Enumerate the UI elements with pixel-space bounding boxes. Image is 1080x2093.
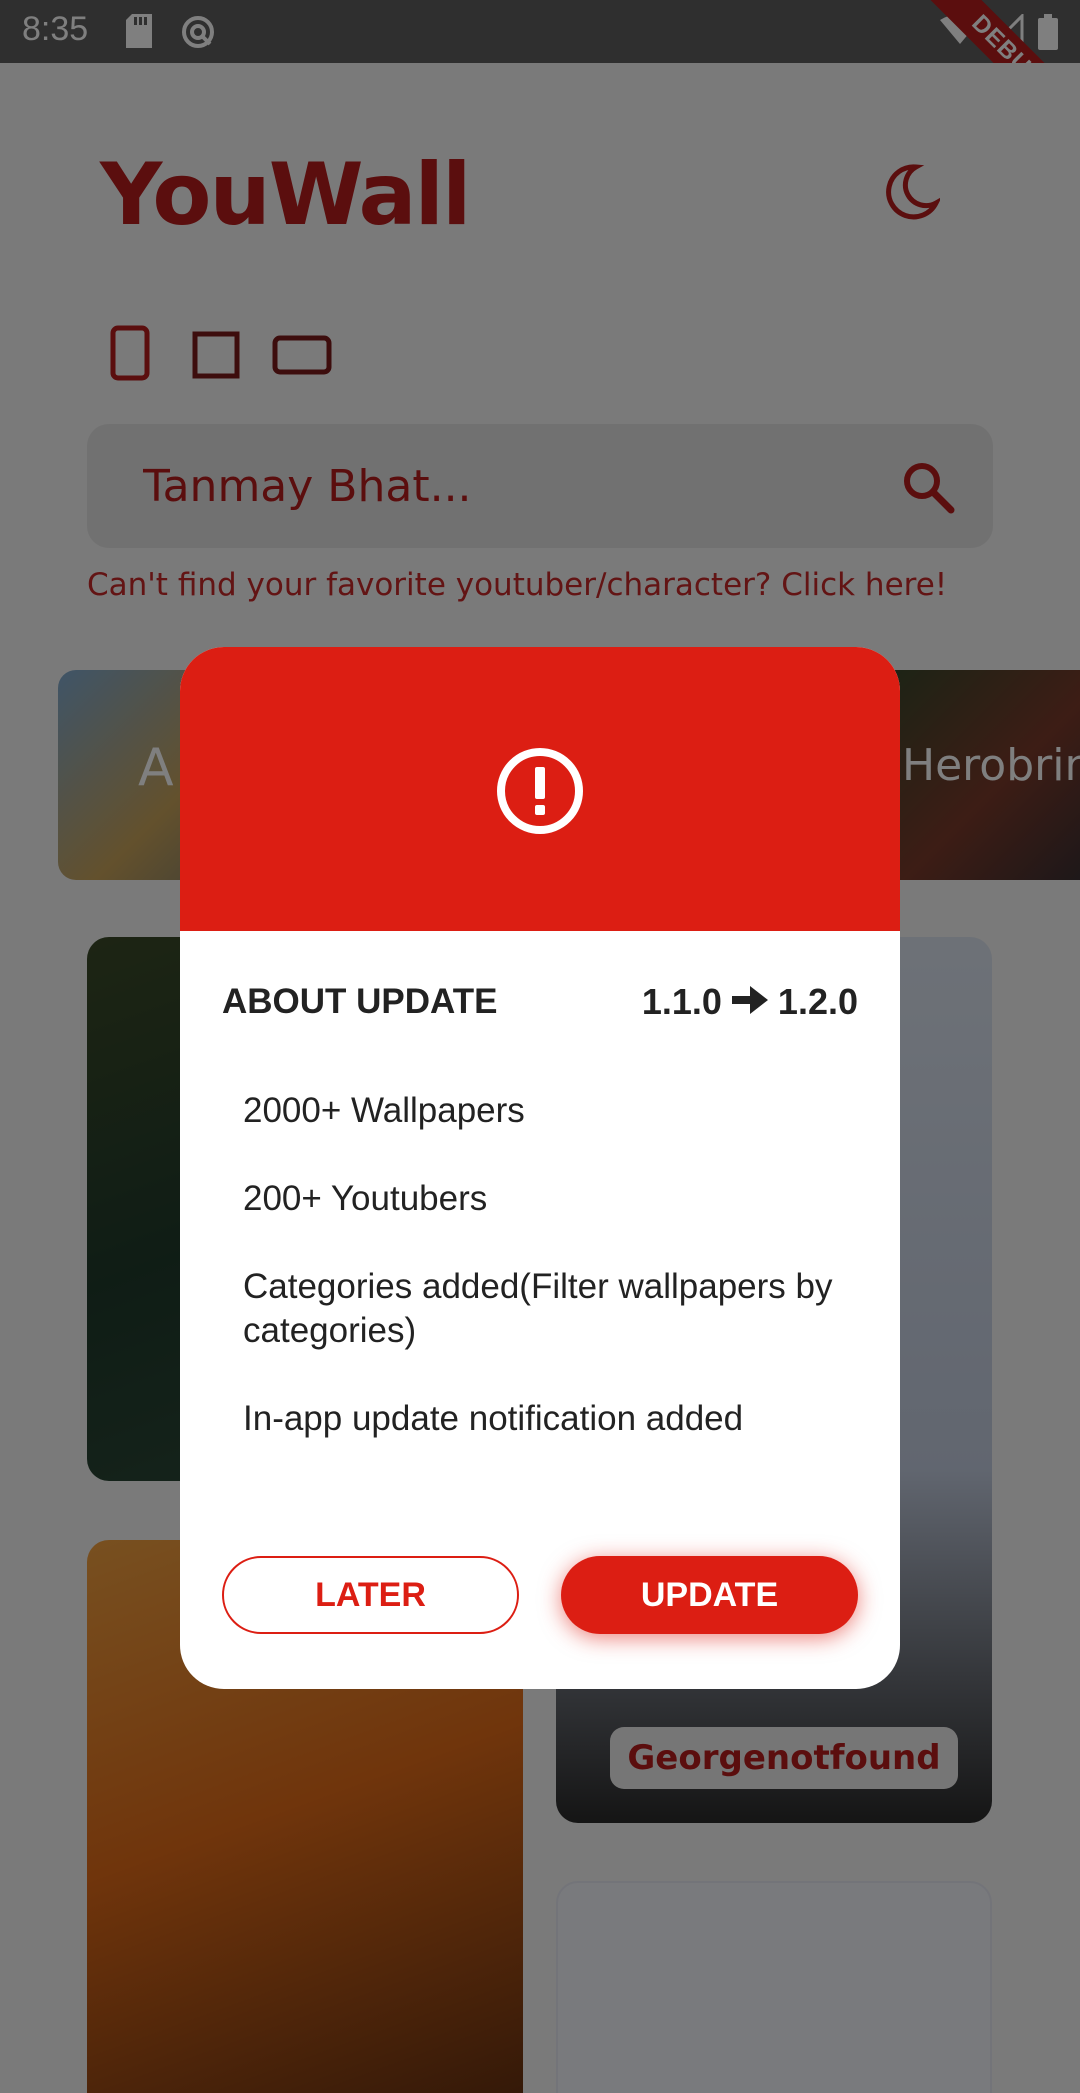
update-dialog: ABOUT UPDATE 1.1.0 1.2.0 2000+ Wallpaper…	[180, 647, 900, 1689]
update-button[interactable]: UPDATE	[561, 1556, 858, 1634]
version-from: 1.1.0	[641, 981, 722, 1022]
release-note: Categories added(Filter wallpapers by ca…	[243, 1267, 833, 1350]
version-to: 1.2.0	[777, 981, 858, 1022]
release-note: In-app update notification added	[243, 1399, 744, 1438]
dialog-header	[180, 647, 900, 931]
dialog-title: ABOUT UPDATE	[222, 982, 498, 1021]
release-note: 200+ Youtubers	[243, 1179, 488, 1218]
arrow-right-icon	[731, 981, 768, 1023]
version-change: 1.1.0 1.2.0	[642, 981, 858, 1023]
alert-icon	[496, 747, 584, 840]
later-button[interactable]: LATER	[222, 1556, 519, 1634]
release-note: 2000+ Wallpapers	[243, 1091, 525, 1130]
release-notes: 2000+ Wallpapers 200+ Youtubers Categori…	[243, 1089, 843, 1485]
